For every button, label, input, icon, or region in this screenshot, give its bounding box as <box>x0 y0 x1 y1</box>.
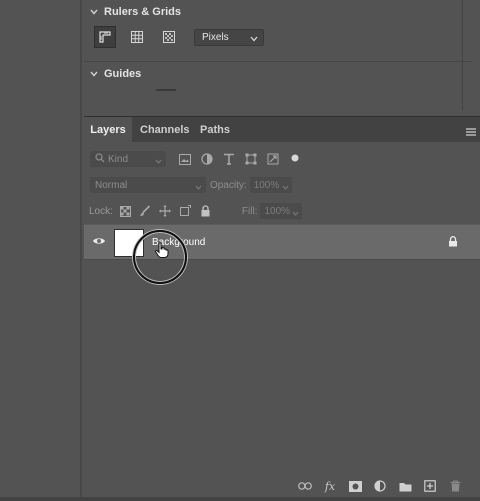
lock-fill-row: Lock: Fill: 100% <box>89 203 303 219</box>
add-mask-icon[interactable] <box>347 478 363 494</box>
chevron-down-icon <box>250 34 258 45</box>
tab-channels[interactable]: Channels <box>140 117 190 143</box>
filter-kind-label: Kind <box>108 153 129 165</box>
opacity-label: Opacity: <box>210 179 247 191</box>
lock-image-icon[interactable] <box>139 205 152 218</box>
lock-position-icon[interactable] <box>159 205 172 218</box>
link-layers-icon[interactable] <box>297 478 313 494</box>
lock-label: Lock: <box>89 205 113 217</box>
adjustment-layer-icon[interactable] <box>372 478 388 494</box>
fill-field[interactable]: 100% <box>260 203 303 219</box>
tab-layers-label: Layers <box>90 124 126 136</box>
canvas-area-edge <box>0 0 82 501</box>
chevron-down-icon <box>90 70 98 78</box>
tab-layers[interactable]: Layers <box>84 117 132 143</box>
layers-tab-bar: Layers Channels Paths <box>84 116 480 143</box>
adjustment-filter-icon[interactable] <box>200 153 213 166</box>
guides-title: Guides <box>104 68 142 80</box>
rulers-grids-section-header[interactable]: Rulers & Grids <box>90 3 181 21</box>
lock-artboard-icon[interactable] <box>179 205 192 218</box>
hand-cursor-icon <box>155 242 169 261</box>
tab-paths[interactable]: Paths <box>200 117 230 143</box>
panel-bottom-edge <box>0 497 480 501</box>
rulers-grids-title: Rulers & Grids <box>104 6 182 18</box>
blend-mode-value: Normal <box>95 179 128 191</box>
panel-menu-icon[interactable] <box>466 127 476 139</box>
lock-transparent-icon[interactable] <box>119 205 132 218</box>
chevron-down-icon <box>282 182 289 193</box>
panel-scrollbar[interactable] <box>462 0 472 110</box>
units-value: Pixels <box>202 32 229 43</box>
fx-icon[interactable]: fx <box>322 478 338 494</box>
search-icon <box>95 152 105 166</box>
layer-row-background[interactable]: Background <box>84 224 480 284</box>
opacity-value: 100% <box>253 179 280 191</box>
chevron-down-icon <box>195 182 202 193</box>
ruler-icon[interactable] <box>94 26 116 48</box>
filter-kind-dropdown[interactable]: Kind <box>90 151 166 167</box>
guide-color-swatch[interactable] <box>156 89 176 91</box>
fill-label: Fill: <box>241 205 258 217</box>
blend-opacity-row: Normal Opacity: 100% <box>90 177 292 193</box>
new-layer-icon[interactable] <box>422 478 438 494</box>
guides-section-header[interactable]: Guides <box>90 65 141 83</box>
chevron-down-icon <box>155 156 162 167</box>
smart-object-filter-icon[interactable] <box>266 153 279 166</box>
shape-filter-icon[interactable] <box>244 153 257 166</box>
type-filter-icon[interactable] <box>222 153 235 166</box>
filter-toggle-icon[interactable] <box>288 153 301 166</box>
chevron-down-icon <box>292 208 299 219</box>
grid-icon[interactable] <box>126 26 148 48</box>
blend-mode-dropdown[interactable]: Normal <box>90 177 206 193</box>
delete-layer-icon[interactable] <box>447 478 463 494</box>
properties-and-layers-panel: Rulers & Grids Pixels Guides Layers Chan… <box>84 0 480 501</box>
tab-channels-label: Channels <box>140 124 190 136</box>
tab-paths-label: Paths <box>200 124 230 136</box>
lock-icon <box>448 236 458 250</box>
fill-value: 100% <box>264 205 291 217</box>
chevron-down-icon <box>90 8 98 16</box>
lock-all-icon[interactable] <box>199 205 212 218</box>
layers-footer-toolbar: fx <box>84 474 480 498</box>
layer-filter-row: Kind <box>90 150 301 168</box>
opacity-field[interactable]: 100% <box>249 177 292 193</box>
image-filter-icon[interactable] <box>178 153 191 166</box>
units-dropdown[interactable]: Pixels <box>194 29 264 46</box>
pixel-grid-icon[interactable] <box>158 26 180 48</box>
visibility-eye-icon[interactable] <box>92 236 106 249</box>
new-group-icon[interactable] <box>397 478 413 494</box>
